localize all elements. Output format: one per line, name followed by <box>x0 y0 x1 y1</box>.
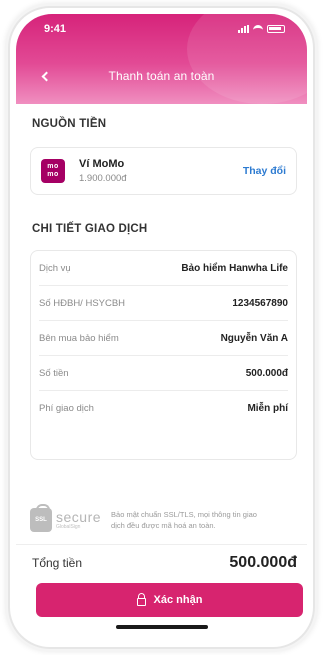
detail-row-contract-number: Số HĐBH/ HSYCBH 1234567890 <box>39 286 288 321</box>
detail-row-fee: Phí giao dịch Miễn phí <box>39 391 288 426</box>
total-row: Tổng tiền 500.000đ <box>32 551 297 575</box>
wallet-info: Ví MoMo 1.900.000đ <box>79 158 243 184</box>
status-icons <box>238 25 285 33</box>
detail-value: 500.000đ <box>245 367 288 379</box>
confirm-button-label: Xác nhận <box>153 594 203 606</box>
header: 9:41 Thanh toán an toàn <box>16 14 307 104</box>
source-section-title: NGUỒN TIỀN <box>32 118 107 130</box>
detail-label: Bên mua bảo hiểm <box>39 332 119 344</box>
wifi-icon <box>253 25 263 33</box>
app-screen: 9:41 Thanh toán an toàn NGUỒN TIỀN mo mo… <box>16 14 307 641</box>
lock-icon <box>136 592 146 606</box>
security-note: Bảo mật chuẩn SSL/TLS, mọi thông tin gia… <box>111 510 257 530</box>
detail-row-policy-buyer: Bên mua bảo hiểm Nguyễn Văn A <box>39 321 288 356</box>
total-label: Tổng tiền <box>32 556 83 570</box>
detail-label: Dịch vụ <box>39 262 71 274</box>
total-amount: 500.000đ <box>229 554 297 571</box>
momo-logo: mo mo <box>41 159 65 183</box>
back-button[interactable] <box>36 64 56 88</box>
transaction-details-card: Dịch vụ Bảo hiểm Hanwha Life Số HĐBH/ HS… <box>30 250 297 460</box>
detail-label: Số HĐBH/ HSYCBH <box>39 297 126 309</box>
page-title: Thanh toán an toàn <box>108 69 215 83</box>
nav-bar: Thanh toán an toàn <box>16 64 307 88</box>
details-section-title: CHI TIẾT GIAO DỊCH <box>32 223 148 235</box>
detail-value: Nguyễn Văn A <box>220 332 288 344</box>
status-bar: 9:41 <box>16 14 307 44</box>
divider <box>16 544 307 545</box>
signal-icon <box>238 25 249 33</box>
detail-value: Miễn phí <box>247 403 288 414</box>
wallet-balance: 1.900.000đ <box>79 173 127 184</box>
phone-frame: 9:41 Thanh toán an toàn NGUỒN TIỀN mo mo… <box>8 6 315 649</box>
change-source-link[interactable]: Thay đổi <box>243 165 286 177</box>
detail-label: Phí giao dịch <box>39 403 94 414</box>
detail-label: Số tiền <box>39 367 69 379</box>
main-content: NGUỒN TIỀN mo mo Ví MoMo 1.900.000đ Thay… <box>16 104 307 641</box>
security-notice: SSL secure GlobalSign Bảo mật chuẩn SSL/… <box>30 502 297 538</box>
payment-source-card: mo mo Ví MoMo 1.900.000đ Thay đổi <box>30 147 297 195</box>
chevron-left-icon <box>41 71 51 81</box>
secure-logo: secure GlobalSign <box>56 508 102 530</box>
home-indicator <box>115 625 208 629</box>
ssl-lock-icon: SSL <box>30 504 52 532</box>
detail-row-service: Dịch vụ Bảo hiểm Hanwha Life <box>39 251 288 286</box>
detail-value: Bảo hiểm Hanwha Life <box>181 262 288 274</box>
battery-icon <box>267 25 285 33</box>
wallet-name: Ví MoMo <box>79 158 125 170</box>
detail-row-amount: Số tiền 500.000đ <box>39 356 288 391</box>
status-time: 9:41 <box>44 23 67 35</box>
confirm-button[interactable]: Xác nhận <box>36 583 303 617</box>
detail-value: 1234567890 <box>232 297 288 309</box>
